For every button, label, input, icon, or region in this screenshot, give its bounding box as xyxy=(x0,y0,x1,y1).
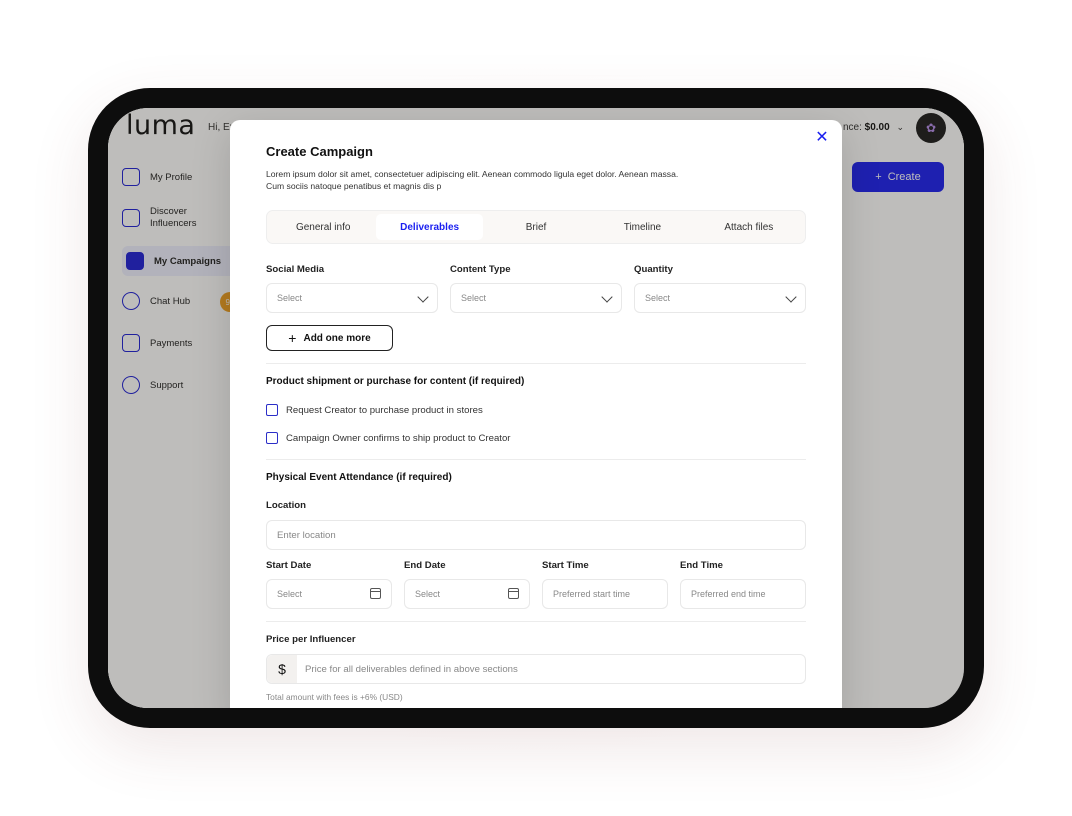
shipment-option-purchase[interactable]: Request Creator to purchase product in s… xyxy=(266,404,483,416)
plus-icon: + xyxy=(288,330,297,346)
start-date-label: Start Date xyxy=(266,560,312,571)
social-media-label: Social Media xyxy=(266,264,325,275)
dollar-icon: $ xyxy=(267,655,297,683)
select-value: Select xyxy=(415,589,441,599)
tablet-screen: luma Hi, Ex nce: $0.00 ⌄ ✿ My Profile Di… xyxy=(108,108,964,708)
tab-bar: General info Deliverables Brief Timeline… xyxy=(266,210,806,244)
location-placeholder: Enter location xyxy=(277,529,336,541)
modal-title: Create Campaign xyxy=(266,144,373,159)
price-input[interactable]: $ Price for all deliverables defined in … xyxy=(266,654,806,684)
modal-description: Lorem ipsum dolor sit amet, consectetuer… xyxy=(266,169,679,191)
checkbox[interactable] xyxy=(266,404,278,416)
chevron-down-icon xyxy=(601,291,613,303)
tab-timeline[interactable]: Timeline xyxy=(589,214,695,240)
end-time-placeholder: Preferred end time xyxy=(691,589,766,599)
tab-deliverables[interactable]: Deliverables xyxy=(376,214,483,240)
shipment-section-title: Product shipment or purchase for content… xyxy=(266,376,525,387)
end-time-label: End Time xyxy=(680,560,724,571)
calendar-icon xyxy=(370,588,381,599)
price-label: Price per Influencer xyxy=(266,634,356,645)
price-placeholder: Price for all deliverables defined in ab… xyxy=(305,663,518,675)
select-value: Select xyxy=(645,293,671,303)
select-value: Select xyxy=(277,589,303,599)
divider xyxy=(266,459,806,460)
tab-brief[interactable]: Brief xyxy=(483,214,589,240)
divider xyxy=(266,363,806,364)
tablet-frame: luma Hi, Ex nce: $0.00 ⌄ ✿ My Profile Di… xyxy=(88,88,984,728)
tab-general-info[interactable]: General info xyxy=(270,214,376,240)
select-value: Select xyxy=(461,293,487,303)
tab-attach-files[interactable]: Attach files xyxy=(696,214,802,240)
chevron-down-icon xyxy=(417,291,429,303)
start-time-input[interactable]: Preferred start time xyxy=(542,579,668,609)
end-time-input[interactable]: Preferred end time xyxy=(680,579,806,609)
event-section-title: Physical Event Attendance (if required) xyxy=(266,472,452,483)
shipment-option-ship[interactable]: Campaign Owner confirms to ship product … xyxy=(266,432,510,444)
calendar-icon xyxy=(508,588,519,599)
checkbox-label: Request Creator to purchase product in s… xyxy=(286,404,483,416)
start-time-placeholder: Preferred start time xyxy=(553,589,631,599)
location-input[interactable]: Enter location xyxy=(266,520,806,550)
content-type-label: Content Type xyxy=(450,264,511,275)
location-label: Location xyxy=(266,500,306,511)
price-hint: Total amount with fees is +6% (USD) xyxy=(266,692,403,702)
quantity-label: Quantity xyxy=(634,264,673,275)
start-date-picker[interactable]: Select xyxy=(266,579,392,609)
end-date-picker[interactable]: Select xyxy=(404,579,530,609)
create-campaign-modal: ✕ Create Campaign Lorem ipsum dolor sit … xyxy=(230,120,842,708)
quantity-select[interactable]: Select xyxy=(634,283,806,313)
close-icon[interactable]: ✕ xyxy=(814,130,830,146)
select-value: Select xyxy=(277,293,303,303)
end-date-label: End Date xyxy=(404,560,446,571)
social-media-select[interactable]: Select xyxy=(266,283,438,313)
checkbox-label: Campaign Owner confirms to ship product … xyxy=(286,432,511,444)
add-one-more-label: Add one more xyxy=(303,332,371,344)
add-one-more-button[interactable]: + Add one more xyxy=(266,325,393,351)
start-time-label: Start Time xyxy=(542,560,589,571)
content-type-select[interactable]: Select xyxy=(450,283,622,313)
chevron-down-icon xyxy=(785,291,797,303)
checkbox[interactable] xyxy=(266,432,278,444)
divider xyxy=(266,621,806,622)
